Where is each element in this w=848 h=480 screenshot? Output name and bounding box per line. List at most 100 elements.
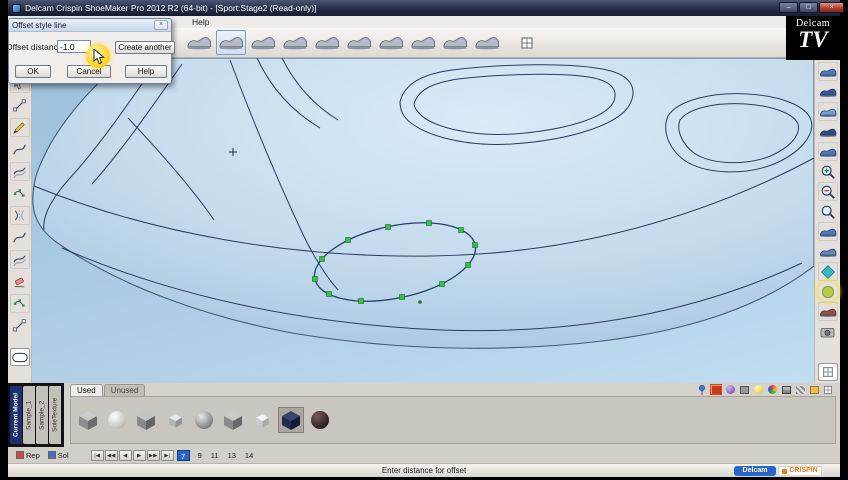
material-swatch-gray-cube[interactable] [133,407,159,433]
offset-preview-point [418,300,422,304]
tab-sample-2[interactable]: Sample_2 [36,386,48,444]
help-button[interactable]: Help [125,65,167,78]
model-tab-strip: Current Model Sample_1 Sample_2 SoleText… [8,383,64,447]
measure-icon[interactable] [518,34,536,52]
tab-used[interactable]: Used [70,384,103,396]
dialog-close-icon[interactable]: × [154,20,168,30]
maximize-button[interactable]: □ [799,2,818,13]
frame-number[interactable]: 14 [245,451,253,460]
split-line-icon[interactable] [10,316,30,335]
rep-label: Rep [26,450,40,460]
loop-region-icon[interactable] [9,348,30,366]
view-last-icon[interactable] [817,62,838,81]
render-shaded-icon[interactable] [818,282,838,301]
material-swatch-white-sphere[interactable] [104,407,130,433]
draw-line-icon[interactable] [10,96,30,115]
mirror-curve-icon[interactable] [9,206,30,225]
view-shoe-3q-icon[interactable] [817,142,838,161]
shoe-flatten-icon[interactable] [248,30,278,55]
paint-bucket-icon[interactable] [780,384,792,395]
tab-unused[interactable]: Unused [103,384,146,396]
status-message: Enter distance for offset [381,466,467,475]
lock-icon[interactable] [738,384,750,395]
prev-frame-button[interactable]: ◀ [118,449,132,461]
grid-icon[interactable] [822,384,834,395]
current-frame-badge[interactable]: 7 [176,449,190,461]
project-curve-icon[interactable] [9,250,30,269]
shoe-accessories-icon[interactable] [408,30,438,55]
tab-current-model[interactable]: Current Model [10,386,22,444]
last-frame-button[interactable]: ▶| [160,449,174,461]
watermark-tv: TV [798,27,828,52]
apply-material-icon[interactable] [710,384,722,395]
shoe-punch-icon[interactable] [344,30,374,55]
ok-button[interactable]: OK [15,65,51,78]
sphere-preview-icon[interactable] [724,384,736,395]
model-viewport[interactable] [32,58,814,383]
view-shoe-back-icon[interactable] [818,122,838,141]
first-frame-button[interactable]: |◀ [90,449,104,461]
shoe-stitch-icon[interactable] [376,30,406,55]
window-controls: – □ × [779,2,844,13]
rep-chip[interactable]: Rep [16,451,40,460]
minimize-button[interactable]: – [779,2,798,13]
forward-button[interactable]: ▶▶ [146,449,160,461]
pin-icon[interactable] [696,384,708,395]
shoe-trim-icon[interactable] [312,30,342,55]
frame-number[interactable]: 9 [198,451,202,460]
draw-pencil-icon[interactable] [9,118,30,137]
material-swatch-dark-sphere[interactable] [307,407,333,433]
join-curve-icon[interactable] [9,294,30,313]
delete-curve-icon[interactable] [10,272,30,291]
material-swatch-navy-cube[interactable] [278,407,304,433]
render-wireframe-icon[interactable] [817,262,838,281]
zoom-in-icon[interactable] [818,162,838,181]
smooth-curve-icon[interactable] [10,228,30,247]
close-button[interactable]: × [819,2,844,13]
offset-distance-label: Offset distance [9,42,63,52]
material-panel-icons [696,384,834,395]
folder-icon[interactable] [808,384,820,395]
frame-number[interactable]: 13 [228,451,236,460]
next-frame-button[interactable]: ▶ [132,449,146,461]
pan-view-icon[interactable] [818,242,838,261]
tab-sample-1[interactable]: Sample_1 [23,386,35,444]
rotate-view-icon[interactable] [817,222,838,241]
material-swatch-light-cube[interactable] [162,407,188,433]
material-swatch-gray-cube[interactable] [75,407,101,433]
sol-icon [47,451,56,459]
sol-chip[interactable]: Sol [47,451,69,460]
frame-number[interactable]: 11 [211,451,219,460]
snapshot-icon[interactable] [818,322,838,341]
offset-curve-icon[interactable] [9,162,30,181]
crispin-logo: CRISPIN [778,466,822,476]
dialog-title-bar[interactable]: Offset style line × [9,19,171,32]
frame-nav-buttons: |◀ ◀◀ ◀ ▶ ▶▶ ▶| [90,449,174,461]
rewind-button[interactable]: ◀◀ [104,449,118,461]
bulb-icon[interactable] [752,384,764,395]
create-another-button[interactable]: Create another [115,41,175,54]
render-texture-icon[interactable] [817,302,838,321]
shoe-upper-icon[interactable] [216,30,246,55]
curve-points-icon[interactable] [10,184,30,203]
zoom-fit-icon[interactable] [818,202,838,221]
material-tabs: Used Unused [70,384,146,396]
shoe-last-icon[interactable] [184,30,214,55]
edit-curve-icon[interactable] [10,140,30,159]
texture-icon[interactable] [794,384,806,395]
material-swatch-gray-sphere[interactable] [191,407,217,433]
color-wheel-icon[interactable] [766,384,778,395]
menu-help[interactable]: Help [188,17,213,27]
app-icon [12,3,21,13]
tab-sole-texture[interactable]: SoleTexture [49,386,61,444]
view-shoe-top-icon[interactable] [818,82,838,101]
material-swatch-gray-cube[interactable] [220,407,246,433]
zoom-out-icon[interactable] [817,182,838,201]
shoe-sole-icon[interactable] [440,30,470,55]
shoe-grade-icon[interactable] [472,30,502,55]
style-lines-icon[interactable] [280,30,310,55]
panel-toggle-icon[interactable] [817,363,838,381]
frame-bar: Rep Sol |◀ ◀◀ ◀ ▶ ▶▶ ▶| 7 9 11 13 14 [8,447,840,463]
view-shoe-side-icon[interactable] [817,102,838,121]
material-swatch-white-cube[interactable] [249,407,275,433]
